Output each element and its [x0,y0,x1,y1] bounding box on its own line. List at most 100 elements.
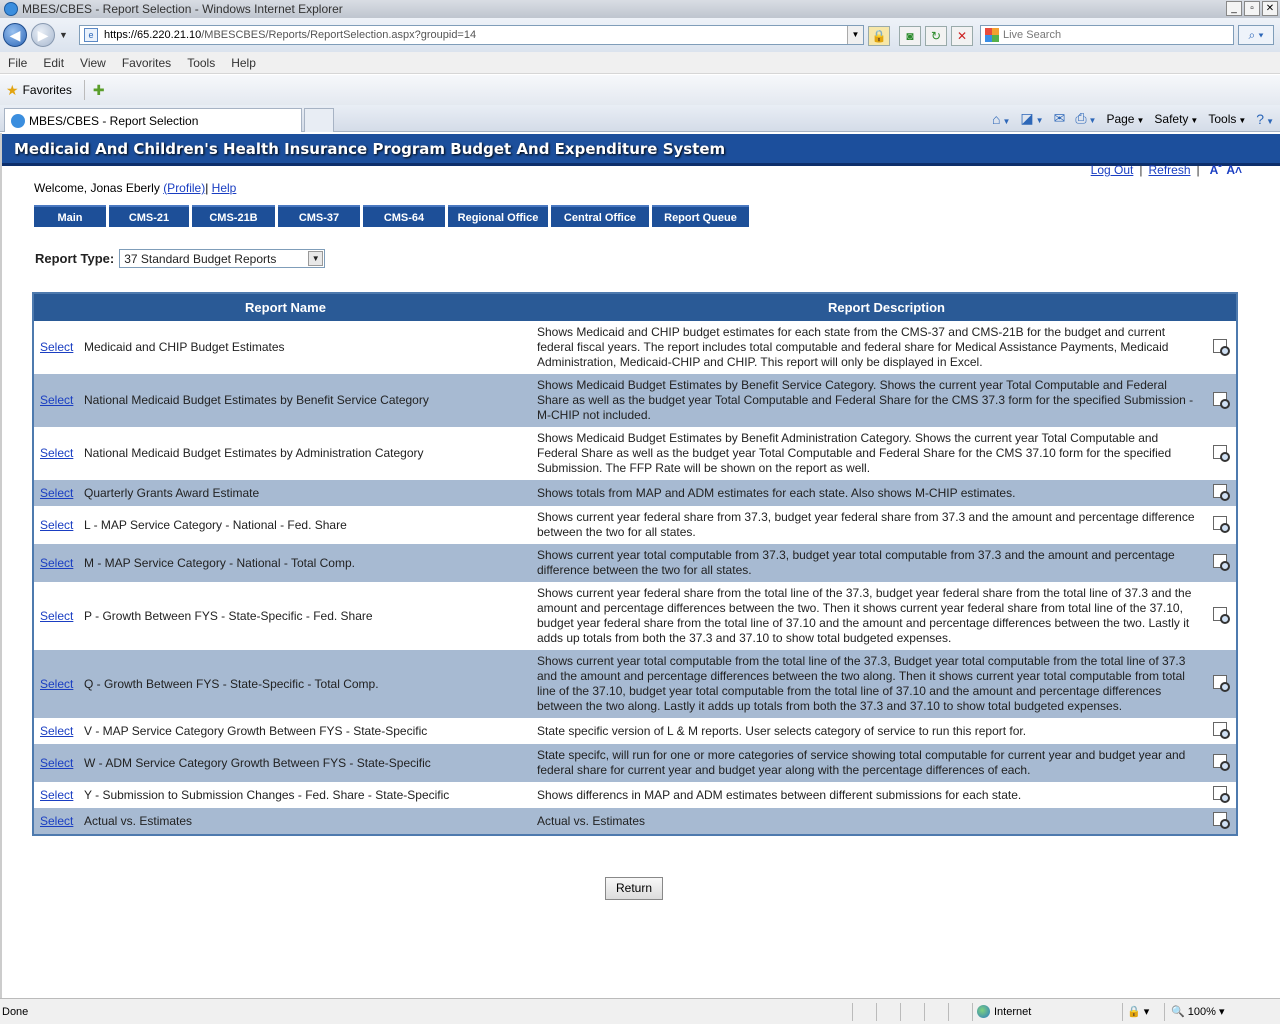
top-links: Log Out | Refresh | A˘ A˄ [1091,163,1242,177]
report-name: L - MAP Service Category - National - Fe… [82,506,537,544]
select-link[interactable]: Select [40,393,73,407]
tab-report-queue[interactable]: Report Queue [652,205,749,227]
return-button[interactable]: Return [605,877,663,900]
preview-magnifier-icon[interactable] [1213,675,1230,692]
menu-tools[interactable]: Tools [187,56,215,70]
preview-magnifier-icon[interactable] [1213,754,1230,771]
preview-magnifier-icon[interactable] [1213,786,1230,803]
select-link[interactable]: Select [40,677,73,691]
address-bar[interactable]: e https://65.220.21.10/MBESCBES/Reports/… [79,25,864,45]
select-link[interactable]: Select [40,756,73,770]
select-link[interactable]: Select [40,609,73,623]
search-placeholder: Live Search [1003,29,1062,41]
minimize-button[interactable]: _ [1226,1,1242,16]
mail-icon[interactable]: ✉ [1054,110,1066,127]
maximize-button[interactable]: ▫ [1244,1,1260,16]
zoom-control[interactable]: 🔍 100% ▾ [1164,1002,1225,1021]
report-table-container: Report Name Report Description Select Med… [32,292,1238,836]
font-increase-icon[interactable]: A˄ [1226,163,1242,177]
select-link[interactable]: Select [40,446,73,460]
add-favorite-icon[interactable]: ✚ [93,82,105,99]
security-zone[interactable]: Internet [972,1002,1122,1021]
status-segment [948,1002,972,1021]
browser-tab-row: MBES/CBES - Report Selection ⌂ ▼ ◪ ▼ ✉ ⎙ ▼ … [0,105,1280,132]
search-input[interactable]: Live Search [980,25,1234,45]
preview-magnifier-icon[interactable] [1213,484,1230,501]
select-link[interactable]: Select [40,486,73,500]
refresh-link[interactable]: Refresh [1148,163,1190,177]
preview-magnifier-icon[interactable] [1213,812,1230,829]
page-menu[interactable]: Page ▼ [1106,112,1144,126]
report-type-select[interactable]: 37 Standard Budget Reports ▼ [119,249,326,268]
favorites-button[interactable]: Favorites [23,83,72,97]
preview-magnifier-icon[interactable] [1213,554,1230,571]
preview-cell [1204,650,1236,718]
select-link[interactable]: Select [40,788,73,802]
menu-edit[interactable]: Edit [43,56,64,70]
new-tab-button[interactable] [304,108,334,132]
forward-arrow-icon[interactable]: ▶ [31,23,55,47]
report-description: Shows current year total computable from… [537,650,1204,718]
compatibility-view-icon[interactable]: ◙ [899,26,921,46]
tab-cms-21b[interactable]: CMS-21B [192,205,275,227]
menu-help[interactable]: Help [231,56,256,70]
refresh-icon[interactable]: ↻ [925,26,947,46]
ie-logo-icon [4,2,18,16]
status-segment [852,1002,876,1021]
chevron-down-icon[interactable]: ▼ [308,251,324,266]
tab-cms-37[interactable]: CMS-37 [278,205,360,227]
preview-magnifier-icon[interactable] [1213,444,1230,462]
report-type-value: 37 Standard Budget Reports [124,251,277,266]
select-link[interactable]: Select [40,340,73,354]
help-link[interactable]: Help [212,181,237,195]
preview-magnifier-icon[interactable] [1213,391,1230,409]
preview-magnifier-icon[interactable] [1213,338,1230,356]
report-name: W - ADM Service Category Growth Between … [82,744,537,782]
preview-magnifier-icon[interactable] [1213,607,1230,624]
status-segment [924,1002,948,1021]
report-name: Actual vs. Estimates [82,808,537,834]
table-row: Select Quarterly Grants Award Estimate Sho… [34,480,1236,506]
preview-magnifier-icon[interactable] [1213,516,1230,533]
tab-main[interactable]: Main [34,205,106,227]
preview-cell [1204,744,1236,782]
select-cell: Select [34,374,82,427]
lock-icon[interactable]: 🔒 [868,26,890,46]
window-title-bar: MBES/CBES - Report Selection - Windows I… [0,0,1280,18]
safety-menu[interactable]: Safety ▼ [1154,112,1198,126]
select-link[interactable]: Select [40,724,73,738]
select-cell: Select [34,427,82,480]
address-dropdown-icon[interactable]: ▼ [847,26,863,44]
search-icon[interactable]: ⌕ ▾ [1238,25,1274,45]
tab-cms-21[interactable]: CMS-21 [109,205,189,227]
menu-view[interactable]: View [80,56,106,70]
menu-file[interactable]: File [8,56,27,70]
logout-link[interactable]: Log Out [1091,163,1134,177]
menu-favorites[interactable]: Favorites [122,56,171,70]
print-icon[interactable]: ⎙ ▼ [1075,110,1096,127]
stop-icon[interactable]: ✕ [951,26,973,46]
history-dropdown-icon[interactable]: ▼ [59,30,68,40]
close-window-button[interactable]: ✕ [1262,1,1278,16]
select-link[interactable]: Select [40,814,73,828]
select-link[interactable]: Select [40,518,73,532]
back-arrow-icon[interactable]: ◀ [3,23,27,47]
favorites-star-icon[interactable]: ★ [6,82,19,99]
table-row: Select Actual vs. Estimates Actual vs. Est… [34,808,1236,834]
font-decrease-icon[interactable]: A˘ [1210,163,1223,177]
tools-menu[interactable]: Tools ▼ [1208,112,1246,126]
browser-tab-active[interactable]: MBES/CBES - Report Selection [4,108,302,132]
help-icon[interactable]: ? ▼ [1256,111,1274,127]
profile-link[interactable]: (Profile) [163,181,205,195]
select-cell: Select [34,544,82,582]
select-link[interactable]: Select [40,556,73,570]
feeds-icon[interactable]: ◪ ▼ [1020,110,1043,127]
home-icon[interactable]: ⌂ ▼ [992,111,1010,127]
preview-cell [1204,782,1236,808]
tab-cms-64[interactable]: CMS-64 [363,205,445,227]
preview-magnifier-icon[interactable] [1213,722,1230,739]
tab-central-office[interactable]: Central Office [551,205,649,227]
tab-regional-office[interactable]: Regional Office [448,205,548,227]
protected-mode-icon[interactable]: 🔒 ▾ [1122,1002,1164,1021]
menu-bar: File Edit View Favorites Tools Help [0,52,1280,74]
